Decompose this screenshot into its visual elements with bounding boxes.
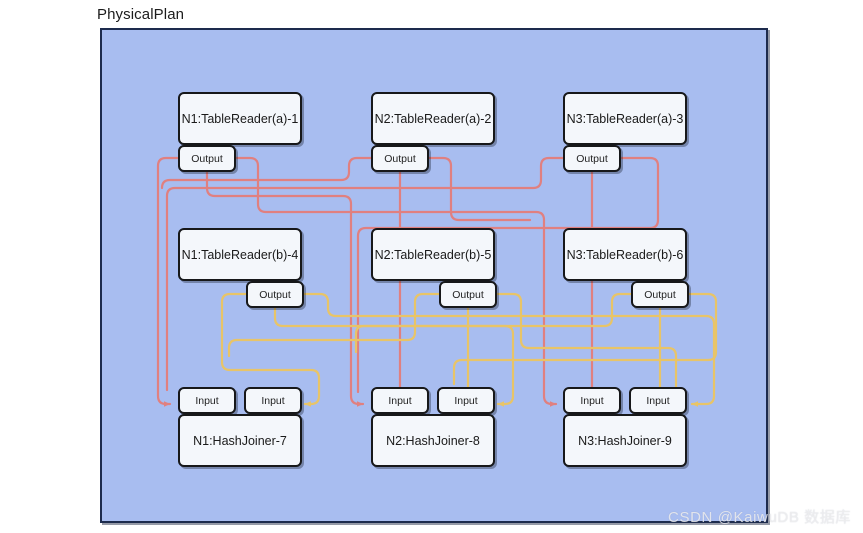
port-label: Output: [191, 152, 223, 165]
port-label: Input: [580, 394, 604, 407]
port-label: Output: [576, 152, 608, 165]
node-n1-hashjoiner-7[interactable]: N1:HashJoiner-7: [178, 414, 302, 467]
node-n2-hashjoiner-8[interactable]: N2:HashJoiner-8: [371, 414, 495, 467]
port-label: Input: [646, 394, 670, 407]
port-input-1-n9[interactable]: Input: [563, 387, 621, 414]
diagram-canvas: PhysicalPlan N1:TableReader(a)-1 Output …: [0, 0, 863, 533]
node-label: N2:TableReader(b)-5: [374, 247, 492, 262]
port-input-2-n7[interactable]: Input: [244, 387, 302, 414]
port-output-n1[interactable]: Output: [178, 145, 236, 172]
port-output-n2[interactable]: Output: [371, 145, 429, 172]
node-n2-tablereader-a-2[interactable]: N2:TableReader(a)-2: [371, 92, 495, 145]
port-label: Output: [384, 152, 416, 165]
port-label: Input: [261, 394, 285, 407]
node-n2-tablereader-b-5[interactable]: N2:TableReader(b)-5: [371, 228, 495, 281]
port-label: Output: [644, 288, 676, 301]
port-input-1-n8[interactable]: Input: [371, 387, 429, 414]
port-label: Output: [259, 288, 291, 301]
port-label: Input: [195, 394, 219, 407]
node-label: N3:TableReader(b)-6: [566, 247, 684, 262]
page-title: PhysicalPlan: [97, 6, 185, 23]
node-label: N2:HashJoiner-8: [386, 433, 480, 448]
node-label: N1:TableReader(b)-4: [181, 247, 299, 262]
port-label: Input: [388, 394, 412, 407]
node-label: N3:TableReader(a)-3: [566, 111, 684, 126]
node-n3-tablereader-a-3[interactable]: N3:TableReader(a)-3: [563, 92, 687, 145]
node-n1-tablereader-a-1[interactable]: N1:TableReader(a)-1: [178, 92, 302, 145]
node-label: N3:HashJoiner-9: [578, 433, 672, 448]
node-n3-hashjoiner-9[interactable]: N3:HashJoiner-9: [563, 414, 687, 467]
port-output-n4[interactable]: Output: [246, 281, 304, 308]
node-label: N1:HashJoiner-7: [193, 433, 287, 448]
port-output-n6[interactable]: Output: [631, 281, 689, 308]
watermark: CSDN @KaiwuDB 数据库: [668, 509, 851, 526]
port-output-n3[interactable]: Output: [563, 145, 621, 172]
port-label: Output: [452, 288, 484, 301]
port-input-2-n9[interactable]: Input: [629, 387, 687, 414]
node-label: N1:TableReader(a)-1: [181, 111, 299, 126]
port-input-1-n7[interactable]: Input: [178, 387, 236, 414]
node-label: N2:TableReader(a)-2: [374, 111, 492, 126]
port-label: Input: [454, 394, 478, 407]
port-input-2-n8[interactable]: Input: [437, 387, 495, 414]
port-output-n5[interactable]: Output: [439, 281, 497, 308]
node-n3-tablereader-b-6[interactable]: N3:TableReader(b)-6: [563, 228, 687, 281]
node-n1-tablereader-b-4[interactable]: N1:TableReader(b)-4: [178, 228, 302, 281]
